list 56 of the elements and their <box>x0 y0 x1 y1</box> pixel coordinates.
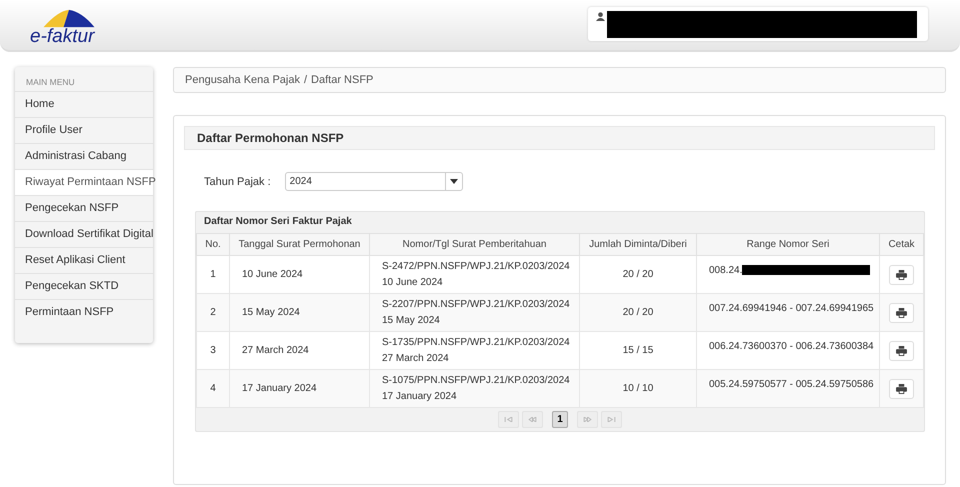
panel-title: Daftar Permohonan NSFP <box>197 131 344 145</box>
column-header: Range Nomor Seri <box>696 234 880 256</box>
print-button[interactable] <box>889 302 914 322</box>
table-cell: 10 / 10 <box>580 370 696 408</box>
print-button[interactable] <box>889 378 914 398</box>
menu-item[interactable]: Riwayat Permintaan NSFP <box>15 169 153 195</box>
table-cell: 15 May 2024 <box>230 294 370 332</box>
table-cell-text: S-1735/PPN.NSFP/WPJ.21/KP.0203/2024 <box>382 336 571 350</box>
logo-text: e-faktur <box>30 27 94 46</box>
menu-heading: MAIN MENU <box>25 76 76 89</box>
menu-item[interactable]: Pengecekan NSFP <box>15 195 153 221</box>
column-header: Nomor/Tgl Surat Pemberitahuan <box>370 234 580 256</box>
printer-icon <box>896 308 907 318</box>
arrow-icon <box>504 417 513 422</box>
printer-icon <box>896 270 907 280</box>
breadcrumb-separator: / <box>304 74 308 86</box>
table-cell-text: 27 March 2024 <box>382 352 450 366</box>
year-select[interactable]: 2024 <box>284 172 463 191</box>
breadcrumb-item[interactable]: Pengusaha Kena Pajak <box>185 74 300 86</box>
print-button[interactable] <box>889 264 914 284</box>
menu-item[interactable]: Profile User <box>15 117 153 143</box>
breadcrumb-item: Daftar NSFP <box>311 74 374 86</box>
table-cell-text: 15 May 2024 <box>382 314 441 328</box>
print-button[interactable] <box>889 340 914 360</box>
table-cell-text: S-1075/PPN.NSFP/WPJ.21/KP.0203/2024 <box>382 374 571 388</box>
table-cell-text: 17 January 2024 <box>382 390 458 404</box>
table-cell: 20 / 20 <box>580 294 696 332</box>
table-cell: 17 January 2024 <box>230 370 370 408</box>
menu-item[interactable]: Permintaan NSFP <box>15 299 153 325</box>
user-icon <box>596 12 605 21</box>
table-cell: 4 <box>196 370 230 408</box>
arrow-icon <box>607 417 616 422</box>
menu-item[interactable]: Pengecekan SKTD <box>15 273 153 299</box>
menu-item[interactable]: Reset Aplikasi Client <box>15 247 153 273</box>
table-cell-text: S-2207/PPN.NSFP/WPJ.21/KP.0203/2024 <box>382 298 571 312</box>
table-cell: 008.24. <box>709 265 742 276</box>
table-cell: 006.24.73600370 - 006.24.73600384 <box>709 341 874 352</box>
table-cell: 005.24.59750577 - 005.24.59750586 <box>709 379 874 390</box>
table-cell-text: S-2472/PPN.NSFP/WPJ.21/KP.0203/2024 <box>382 260 571 274</box>
column-header: Jumlah Diminta/Diberi <box>580 234 696 256</box>
column-header: No. <box>196 234 230 256</box>
table-caption: Daftar Nomor Seri Faktur Pajak <box>203 215 353 229</box>
arrow-icon <box>528 417 537 422</box>
printer-icon <box>896 384 907 394</box>
table-cell: 2 <box>196 294 230 332</box>
field-label: Tahun Pajak : <box>204 176 271 188</box>
menu-item[interactable]: Download Sertifikat Digital <box>15 221 153 247</box>
caret-icon <box>450 179 458 184</box>
arrow-icon <box>583 417 592 422</box>
printer-icon <box>896 346 907 356</box>
column-header: Tanggal Surat Permohonan <box>230 234 370 256</box>
table-cell: 007.24.69941946 - 007.24.69941965 <box>709 303 874 314</box>
page-button[interactable]: 1 <box>552 411 568 428</box>
table-cell-text: 10 June 2024 <box>382 276 444 290</box>
menu-item[interactable]: Home <box>15 91 153 117</box>
column-header: Cetak <box>880 234 924 256</box>
